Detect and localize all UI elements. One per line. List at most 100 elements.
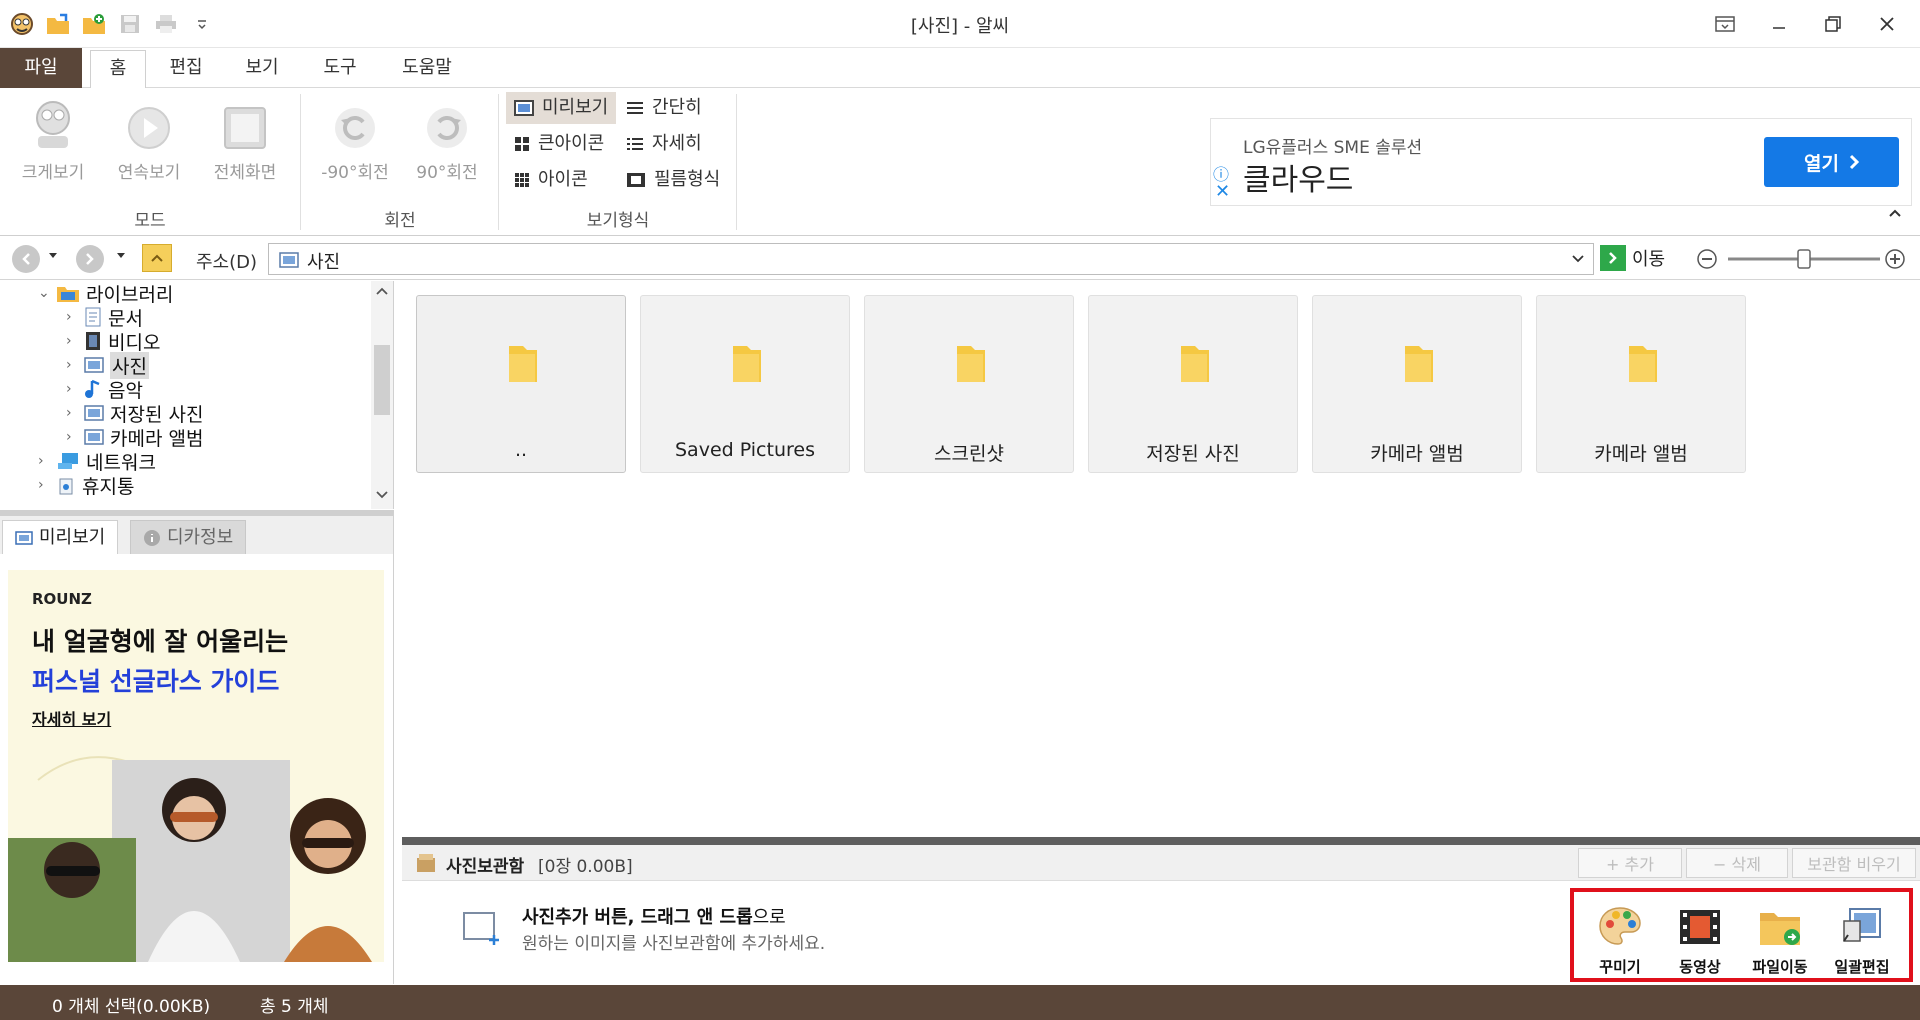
folder-thumb[interactable]: .. bbox=[416, 295, 626, 473]
folder-thumb[interactable]: 저장된 사진 bbox=[1088, 295, 1298, 473]
go-button[interactable]: 이동 bbox=[1600, 245, 1665, 271]
photo-album-bar: 사진보관함 [0장 0.00B] + 추가 − 삭제 보관함 비우기 bbox=[402, 845, 1920, 881]
tree-item-videos[interactable]: › 비디오 bbox=[66, 329, 160, 354]
tree-item-library[interactable]: ⌄ 라이브러리 bbox=[38, 281, 173, 306]
chevron-right-icon[interactable]: › bbox=[66, 357, 78, 373]
large-view-label: 크게보기 bbox=[21, 163, 85, 183]
address-label: 주소(D) bbox=[196, 252, 258, 273]
tree-label: 문서 bbox=[108, 307, 143, 330]
ribbon-tabs: 파일 홈 편집 보기 도구 도움말 bbox=[0, 48, 1920, 89]
folder-label: 카메라 앨범 bbox=[1370, 443, 1464, 465]
tree-item-camera-roll[interactable]: › 카메라 앨범 bbox=[66, 425, 203, 450]
folder-icon bbox=[1629, 346, 1657, 382]
decorate-button[interactable]: 꾸미기 bbox=[1582, 902, 1658, 977]
folder-thumb[interactable]: 스크린샷 bbox=[864, 295, 1074, 473]
album-delete-button[interactable]: − 삭제 bbox=[1686, 848, 1788, 878]
tree-scrollbar[interactable] bbox=[371, 281, 393, 509]
tab-edit[interactable]: 편집 bbox=[158, 50, 214, 88]
chevron-right-icon[interactable]: › bbox=[66, 333, 78, 349]
tree-item-music[interactable]: › 음악 bbox=[66, 377, 143, 402]
ad-headline-1: 내 얼굴형에 잘 어울리는 bbox=[32, 627, 289, 656]
parent-folder-button[interactable] bbox=[142, 244, 172, 272]
minimize-button[interactable] bbox=[1752, 4, 1806, 44]
album-add-button[interactable]: + 추가 bbox=[1578, 848, 1682, 878]
move-files-button[interactable]: 파일이동 bbox=[1742, 902, 1818, 977]
thumbnail-zoom-slider[interactable] bbox=[1694, 246, 1912, 272]
window-controls bbox=[1698, 4, 1914, 44]
tab-tools[interactable]: 도구 bbox=[312, 50, 368, 88]
batch-edit-button[interactable]: 일괄편집 bbox=[1824, 902, 1900, 977]
view-option-large-icons[interactable]: 큰아이콘 bbox=[506, 128, 612, 160]
back-history-dropdown-icon[interactable] bbox=[48, 250, 58, 260]
tree-item-recycle-bin[interactable]: › 휴지통 bbox=[38, 473, 134, 498]
tree-item-saved-pictures[interactable]: › 저장된 사진 bbox=[66, 401, 203, 426]
chevron-right-icon[interactable]: › bbox=[66, 429, 78, 445]
panel-splitter[interactable] bbox=[402, 837, 1920, 845]
tab-view[interactable]: 보기 bbox=[234, 50, 290, 88]
scroll-up-icon[interactable] bbox=[376, 287, 388, 295]
rotate-left-label: -90°회전 bbox=[321, 163, 389, 183]
maximize-button[interactable] bbox=[1806, 4, 1860, 44]
decorate-label: 꾸미기 bbox=[1599, 958, 1641, 976]
tree-item-network[interactable]: › 네트워크 bbox=[38, 449, 156, 474]
close-button[interactable] bbox=[1860, 4, 1914, 44]
slideshow-button[interactable]: 연속보기 bbox=[104, 94, 194, 183]
chevron-right-icon[interactable]: › bbox=[66, 381, 78, 397]
tab-home[interactable]: 홈 bbox=[90, 50, 146, 89]
video-maker-button[interactable]: 동영상 bbox=[1662, 902, 1738, 977]
window-title: [사진] - 알씨 bbox=[910, 16, 1010, 37]
chevron-right-icon bbox=[1849, 154, 1859, 170]
chevron-right-icon[interactable]: › bbox=[66, 309, 78, 325]
tree-item-pictures[interactable]: › 사진 bbox=[66, 351, 149, 379]
view-option-preview[interactable]: 미리보기 bbox=[506, 92, 617, 124]
back-button[interactable] bbox=[12, 245, 40, 273]
scroll-thumb[interactable] bbox=[374, 345, 390, 415]
recycle-bin-icon bbox=[59, 478, 73, 495]
folder-icon bbox=[509, 346, 537, 382]
chevron-down-icon[interactable] bbox=[1571, 254, 1585, 264]
tab-file[interactable]: 파일 bbox=[0, 48, 82, 88]
large-view-button[interactable]: 크게보기 bbox=[8, 94, 98, 183]
pictures-icon bbox=[84, 357, 104, 373]
view-option-film[interactable]: 필름형식 bbox=[618, 164, 728, 196]
forward-history-dropdown-icon[interactable] bbox=[116, 250, 126, 260]
ad-more-link[interactable]: 자세히 보기 bbox=[32, 706, 111, 730]
view-option-icons[interactable]: 아이콘 bbox=[506, 164, 596, 196]
side-banner-ad[interactable]: ROUNZ 내 얼굴형에 잘 어울리는 퍼스널 선글라스 가이드 자세히 보기 bbox=[0, 554, 394, 984]
tree-item-documents[interactable]: › 문서 bbox=[66, 305, 143, 330]
folder-label: 카메라 앨범 bbox=[1594, 443, 1688, 465]
view-option-label: 자세히 bbox=[652, 133, 702, 154]
view-option-simple[interactable]: 간단히 bbox=[618, 92, 710, 124]
address-input[interactable]: 사진 bbox=[268, 243, 1594, 275]
ad-open-button[interactable]: 열기 bbox=[1764, 137, 1899, 187]
ad-card[interactable]: ROUNZ 내 얼굴형에 잘 어울리는 퍼스널 선글라스 가이드 자세히 보기 bbox=[8, 570, 384, 962]
pictures-icon bbox=[84, 429, 104, 445]
tab-camera-info[interactable]: 디카정보 bbox=[130, 520, 247, 554]
info-icon bbox=[144, 529, 160, 546]
view-option-details[interactable]: 자세히 bbox=[618, 128, 710, 160]
rotate-left-button[interactable]: -90°회전 bbox=[310, 94, 400, 183]
forward-button[interactable] bbox=[76, 245, 104, 273]
folder-label: .. bbox=[514, 439, 528, 461]
chevron-down-icon[interactable]: ⌄ bbox=[38, 285, 50, 301]
chevron-right-icon[interactable]: › bbox=[38, 477, 50, 493]
move-files-label: 파일이동 bbox=[1752, 958, 1808, 976]
folder-thumb[interactable]: Saved Pictures bbox=[640, 295, 850, 473]
rotate-right-button[interactable]: 90°회전 bbox=[402, 94, 492, 183]
chevron-right-icon[interactable]: › bbox=[38, 453, 50, 469]
scroll-down-icon[interactable] bbox=[376, 491, 388, 499]
details-icon bbox=[627, 138, 643, 150]
top-banner-ad[interactable]: ⓘ ✕ LG유플러스 SME 솔루션 클라우드 열기 bbox=[1210, 118, 1912, 206]
album-clear-button[interactable]: 보관함 비우기 bbox=[1792, 848, 1916, 878]
restore-ribbon-button[interactable] bbox=[1698, 4, 1752, 44]
folder-icon bbox=[1181, 346, 1209, 382]
ad-close-icon[interactable]: ✕ bbox=[1215, 181, 1230, 202]
tab-preview[interactable]: 미리보기 bbox=[2, 520, 119, 554]
fullscreen-button[interactable]: 전체화면 bbox=[200, 94, 290, 183]
folder-thumb[interactable]: 카메라 앨범 bbox=[1312, 295, 1522, 473]
tab-help[interactable]: 도움말 bbox=[392, 50, 462, 88]
collapse-ribbon-icon[interactable] bbox=[1888, 208, 1902, 218]
folder-icon bbox=[1405, 346, 1433, 382]
folder-thumb[interactable]: 카메라 앨범 bbox=[1536, 295, 1746, 473]
chevron-right-icon[interactable]: › bbox=[66, 405, 78, 421]
